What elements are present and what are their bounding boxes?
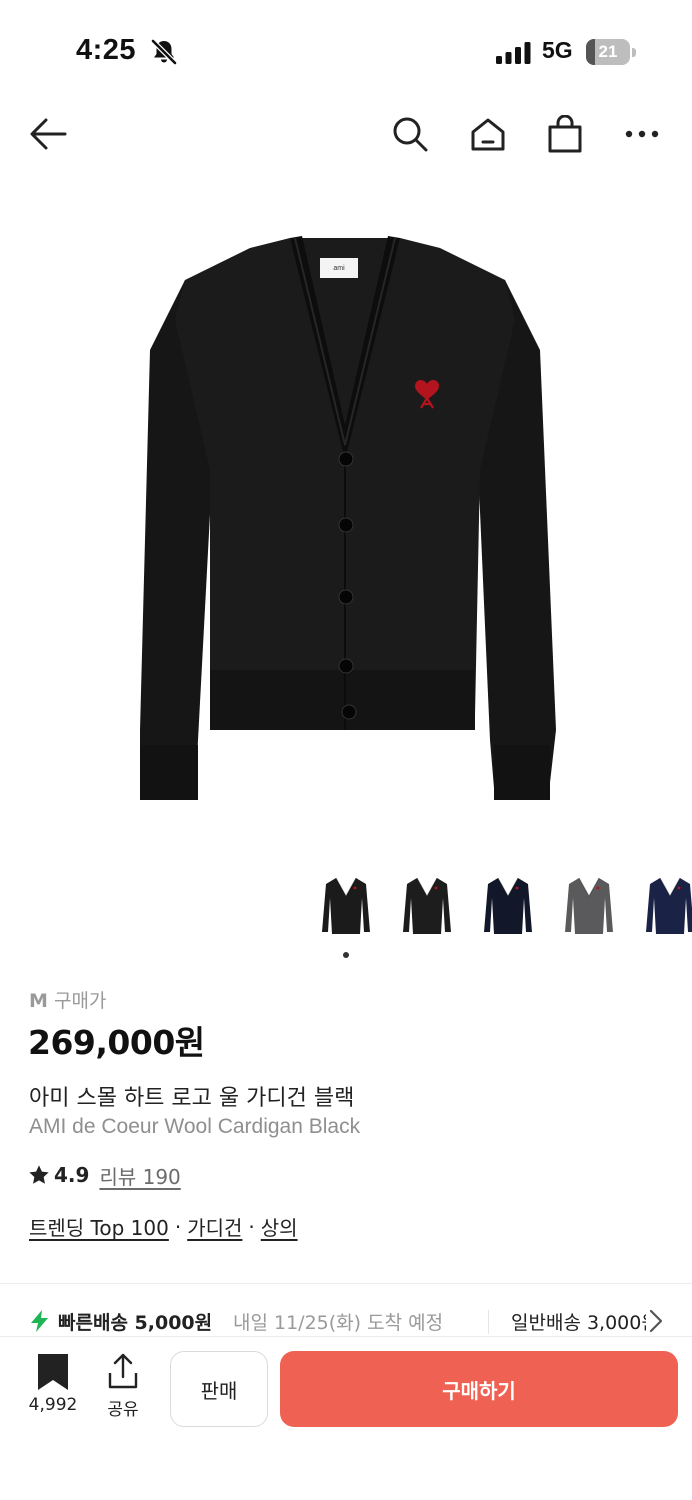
home-icon — [471, 118, 505, 151]
back-button[interactable] — [26, 112, 70, 156]
size-label: M — [29, 990, 48, 1012]
signal-bars-icon — [496, 42, 531, 64]
color-thumbnail[interactable] — [318, 872, 374, 942]
battery-icon: 21 — [586, 39, 636, 65]
status-bar: 4:25 5G 21 — [0, 0, 692, 100]
price-label: M 구매가 — [29, 986, 106, 1013]
buy-button[interactable]: 구매하기 — [280, 1351, 678, 1427]
back-arrow-icon — [30, 118, 67, 150]
search-icon — [393, 117, 428, 152]
bottom-action-bar: 4,992 공유 판매 구매하기 — [0, 1336, 692, 1500]
tag-cardigan[interactable]: 가디건 — [187, 1212, 242, 1241]
color-thumbnail[interactable] — [399, 872, 455, 942]
shopping-bag-icon — [548, 115, 582, 153]
star-icon — [29, 1165, 49, 1184]
tag-top[interactable]: 상의 — [261, 1212, 298, 1241]
tag-trending[interactable]: 트렌딩 Top 100 — [29, 1212, 169, 1241]
save-count: 4,992 — [28, 1395, 78, 1415]
garment-brand-label: ami — [333, 265, 345, 272]
color-thumbnail[interactable] — [642, 872, 692, 942]
tag-separator: · — [248, 1214, 255, 1239]
delivery-options[interactable]: 빠른배송 5,000원 내일 11/25(화) 도착 예정 일반배송 3,000… — [0, 1300, 692, 1340]
chevron-right-icon[interactable] — [648, 1309, 664, 1333]
share-button[interactable]: 공유 — [100, 1351, 146, 1421]
more-dots-icon — [625, 130, 659, 138]
home-button[interactable] — [466, 112, 510, 156]
search-button[interactable] — [388, 112, 432, 156]
fast-delivery-date: 내일 11/25(화) 도착 예정 — [233, 1312, 444, 1334]
product-name-en: AMI de Coeur Wool Cardigan Black — [29, 1115, 361, 1138]
product-image[interactable]: ami — [0, 170, 692, 860]
save-button[interactable]: 4,992 — [20, 1351, 86, 1421]
review-link[interactable]: 리뷰 190 — [99, 1161, 180, 1190]
delivery-divider — [488, 1310, 489, 1334]
share-icon — [108, 1353, 138, 1389]
product-price: 269,000원 — [28, 1023, 205, 1062]
color-thumbnail[interactable] — [480, 872, 536, 942]
bell-slash-icon — [151, 39, 177, 65]
section-divider — [0, 1283, 692, 1284]
battery-level: 21 — [598, 42, 618, 61]
normal-delivery-label: 일반배송 3,000원 — [511, 1312, 646, 1334]
top-nav — [0, 100, 692, 166]
tag-separator: · — [174, 1214, 182, 1239]
category-tags: 트렌딩 Top 100 · 가디건 · 상의 — [29, 1212, 298, 1241]
sell-button[interactable]: 판매 — [170, 1351, 268, 1427]
product-name-ko: 아미 스몰 하트 로고 울 가디건 블랙 — [29, 1086, 355, 1111]
color-thumbnails — [0, 868, 692, 948]
more-button[interactable] — [620, 112, 664, 156]
network-label: 5G — [542, 37, 573, 63]
cart-button[interactable] — [543, 112, 587, 156]
price-label-text: 구매가 — [53, 990, 107, 1012]
status-time: 4:25 — [76, 34, 137, 66]
fast-delivery-label: 빠른배송 5,000원 — [58, 1312, 213, 1334]
rating-row: 4.9 리뷰 190 — [28, 1160, 181, 1190]
color-thumbnail[interactable] — [561, 872, 617, 942]
share-label: 공유 — [107, 1400, 139, 1420]
rating-score: 4.9 — [54, 1163, 90, 1187]
cardigan-image: ami — [140, 236, 556, 800]
image-pager-dot — [343, 952, 349, 958]
bookmark-icon — [38, 1354, 68, 1390]
lightning-icon — [31, 1310, 48, 1332]
